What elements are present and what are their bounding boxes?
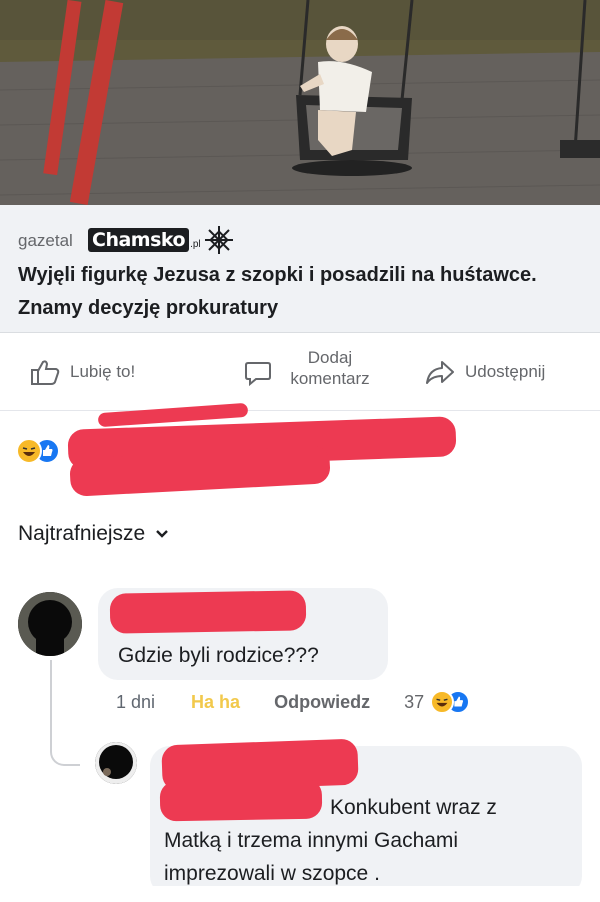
- reactions-summary[interactable]: [16, 438, 60, 464]
- comment-react-button[interactable]: Ha ha: [191, 692, 240, 713]
- comment-label-line2: komentarz: [290, 369, 370, 388]
- haha-icon: [16, 438, 42, 464]
- chevron-down-icon: [156, 530, 169, 538]
- comment-age[interactable]: 1 dni: [116, 692, 155, 713]
- reply-thread-line: [50, 660, 80, 766]
- redacted-commenter-name: [109, 590, 307, 634]
- commenter-avatar[interactable]: [18, 592, 82, 656]
- reply-avatar[interactable]: [95, 742, 137, 784]
- link-preview[interactable]: gazetal Chamsko .pl Wyjęli figurkę Jezus…: [0, 205, 600, 333]
- watermark-brand: Chamsko: [88, 228, 190, 252]
- share-button[interactable]: Udostępnij: [425, 359, 545, 385]
- bottom-edge: [0, 886, 600, 902]
- watermark: Chamsko .pl: [88, 223, 235, 257]
- haha-icon: [430, 690, 455, 714]
- watermark-logo-icon: [204, 226, 233, 254]
- comment-reply-button[interactable]: Odpowiedz: [274, 692, 370, 713]
- comment-button[interactable]: Dodaj komentarz: [244, 347, 384, 389]
- reply-text-line1: Konkubent wraz z: [330, 796, 497, 819]
- comments-sort-dropdown[interactable]: Najtrafniejsze: [18, 522, 169, 546]
- post-image[interactable]: [0, 0, 600, 205]
- post-action-bar: Lubię to! Dodaj komentarz Udostępnij: [0, 333, 600, 411]
- like-button[interactable]: Lubię to!: [30, 359, 135, 385]
- watermark-suffix: .pl: [190, 238, 201, 250]
- thumbs-up-icon: [31, 360, 60, 385]
- link-title: Wyjęli figurkę Jezusa z szopki i posadzi…: [18, 264, 537, 319]
- like-label: Lubię to!: [70, 362, 136, 381]
- link-domain: gazetal: [18, 231, 73, 250]
- share-arrow-icon: [426, 361, 454, 384]
- comment-bubble-icon: [245, 362, 271, 387]
- comment-label-line1: Dodaj: [307, 348, 353, 367]
- reply-text-line3: imprezowali w szopce .: [164, 862, 380, 885]
- redacted-reply-name-2: [159, 778, 323, 822]
- sort-label: Najtrafniejsze: [18, 522, 146, 545]
- reply-text-line2: Matką i trzema innymi Gachami: [164, 829, 459, 852]
- swing-photo: [0, 0, 600, 205]
- share-label: Udostępnij: [465, 362, 546, 381]
- comment-reaction-count[interactable]: 37: [404, 692, 424, 713]
- comment-text: Gdzie byli rodzice???: [118, 644, 319, 667]
- comment-meta: 1 dni Ha ha Odpowiedz 37: [116, 690, 471, 714]
